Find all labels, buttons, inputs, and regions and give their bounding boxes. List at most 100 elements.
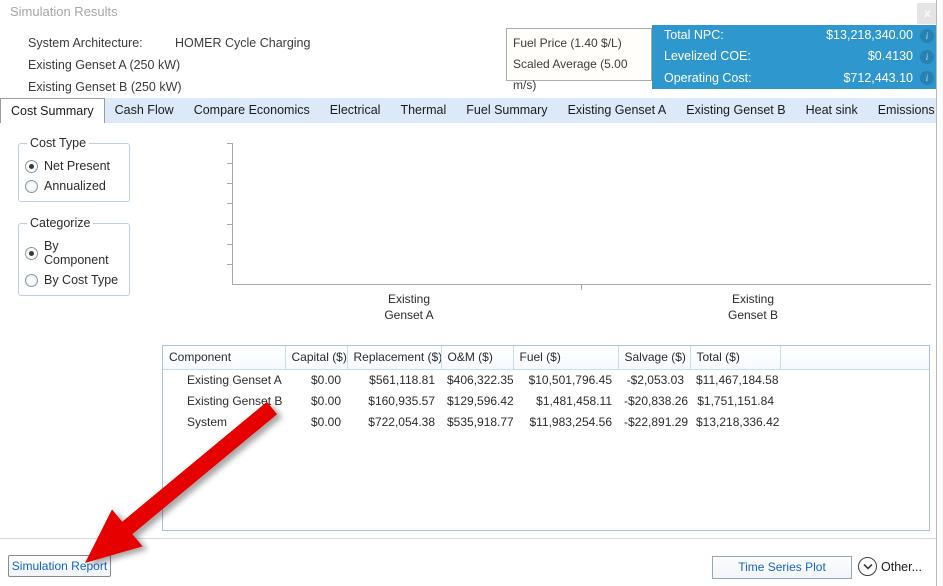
col-header-capital[interactable]: Capital ($) [285,346,347,369]
radio-net-present[interactable]: Net Present [25,159,123,173]
cell-salvage: -$2,053.03 [618,369,690,390]
radio-by-cost-type[interactable]: By Cost Type [25,273,123,287]
col-header-fuel[interactable]: Fuel ($) [513,346,618,369]
screen-edge-sliver [936,0,943,586]
x-label-line: Genset B [673,307,833,323]
col-header-salvage[interactable]: Salvage ($) [618,346,690,369]
col-header-component[interactable]: Component [163,346,285,369]
other-label: Other... [881,560,922,574]
tab-cash-flow[interactable]: Cash Flow [105,98,184,123]
x-category-label-genset-a: Existing Genset A [329,291,489,323]
fuel-price-line: Fuel Price (1.40 $/L) [513,33,645,54]
tab-emissions[interactable]: Emissions [868,98,943,123]
tab-cost-summary[interactable]: Cost Summary [0,98,105,123]
table-row-genset-b[interactable]: Existing Genset B $0.00 $160,935.57 $129… [163,390,929,411]
sensitivity-case-box: Fuel Price (1.40 $/L) Scaled Average (5.… [506,28,652,81]
simulation-results-window: Simulation Results x System Architecture… [0,0,936,586]
close-icon: x [924,6,931,20]
info-icon[interactable]: i [920,50,934,64]
col-header-replacement[interactable]: Replacement ($) [347,346,441,369]
simulation-report-button[interactable]: Simulation Report [8,555,111,577]
info-icon[interactable]: i [920,29,934,43]
categorize-group: Categorize By Component By Cost Type [18,216,130,296]
radio-label: Annualized [44,179,106,193]
tab-existing-genset-a[interactable]: Existing Genset A [558,98,677,123]
cell-filler [780,411,929,432]
table-row-genset-a[interactable]: Existing Genset A $0.00 $561,118.81 $406… [163,369,929,390]
metric-label: Total NPC: [664,28,724,42]
info-icon[interactable]: i [920,71,934,85]
y-axis-line [232,143,233,284]
x-label-line: Genset A [329,307,489,323]
window-title: Simulation Results [10,4,118,19]
cell-capital: $0.00 [285,411,347,432]
radio-label: By Component [44,239,123,267]
close-button[interactable]: x [917,3,938,24]
genset-a-line: Existing Genset A (250 kW) [28,54,182,76]
time-series-plot-button[interactable]: Time Series Plot [712,556,852,579]
radio-label: By Cost Type [44,273,118,287]
tab-compare-economics[interactable]: Compare Economics [184,98,320,123]
metric-label: Levelized COE: [664,49,751,63]
radio-by-component[interactable]: By Component [25,239,123,267]
x-label-line: Existing [673,291,833,307]
cell-om: $406,322.35 [441,369,513,390]
cost-type-group: Cost Type Net Present Annualized [18,136,130,202]
cell-replacement: $722,054.38 [347,411,441,432]
system-architecture-block: System Architecture: HOMER Cycle Chargin… [28,32,182,98]
results-tabbar: Cost Summary Cash Flow Compare Economics… [0,98,936,123]
cell-om: $535,918.77 [441,411,513,432]
categorize-legend: Categorize [27,216,93,230]
cell-filler [780,369,929,390]
metric-value: $0.4130 [868,46,913,67]
genset-b-line: Existing Genset B (250 kW) [28,76,182,98]
radio-label: Net Present [44,159,110,173]
x-label-line: Existing [329,291,489,307]
table-row-system[interactable]: System $0.00 $722,054.38 $535,918.77 $11… [163,411,929,432]
cell-total: $11,467,184.58 [690,369,780,390]
cell-capital: $0.00 [285,390,347,411]
col-header-total[interactable]: Total ($) [690,346,780,369]
tab-existing-genset-b[interactable]: Existing Genset B [676,98,795,123]
radio-button-icon[interactable] [25,180,38,193]
system-architecture-value: HOMER Cycle Charging [175,32,310,54]
tab-electrical[interactable]: Electrical [320,98,391,123]
cost-type-legend: Cost Type [27,136,89,150]
cell-replacement: $561,118.81 [347,369,441,390]
metric-label: Operating Cost: [664,71,752,85]
cell-component: Existing Genset B [163,390,285,411]
tab-thermal[interactable]: Thermal [390,98,456,123]
tab-fuel-summary[interactable]: Fuel Summary [456,98,557,123]
metric-levelized-coe: Levelized COE: $0.4130 i [652,46,936,67]
cell-filler [780,390,929,411]
cell-capital: $0.00 [285,369,347,390]
metric-operating-cost: Operating Cost: $712,443.10 i [652,68,936,89]
system-architecture-row: System Architecture: HOMER Cycle Chargin… [28,32,182,54]
metric-value: $13,218,340.00 [826,25,913,46]
col-header-filler [780,346,929,369]
cell-fuel: $11,983,254.56 [513,411,618,432]
system-architecture-label: System Architecture: [28,36,143,50]
cell-fuel: $1,481,458.11 [513,390,618,411]
metric-value: $712,443.10 [843,68,913,89]
cell-component: Existing Genset A [163,369,285,390]
chevron-down-icon[interactable] [858,557,877,576]
cell-fuel: $10,501,796.45 [513,369,618,390]
radio-annualized[interactable]: Annualized [25,179,123,193]
radio-button-icon[interactable] [25,160,38,173]
cell-om: $129,596.42 [441,390,513,411]
tab-heat-sink[interactable]: Heat sink [796,98,868,123]
other-dropdown[interactable]: Other... [858,557,922,576]
cost-summary-table: Component Capital ($) Replacement ($) O&… [162,345,930,531]
cell-total: $1,751,151.84 [690,390,780,411]
metrics-panel: Total NPC: $13,218,340.00 i Levelized CO… [652,25,936,89]
radio-button-icon[interactable] [25,247,38,260]
x-axis-category-tick [581,284,582,290]
col-header-om[interactable]: O&M ($) [441,346,513,369]
metric-total-npc: Total NPC: $13,218,340.00 i [652,25,936,46]
cell-replacement: $160,935.57 [347,390,441,411]
table-header-row: Component Capital ($) Replacement ($) O&… [163,346,929,369]
scaled-average-line: Scaled Average (5.00 m/s) [513,54,645,96]
footer-separator [0,538,936,539]
radio-button-icon[interactable] [25,274,38,287]
